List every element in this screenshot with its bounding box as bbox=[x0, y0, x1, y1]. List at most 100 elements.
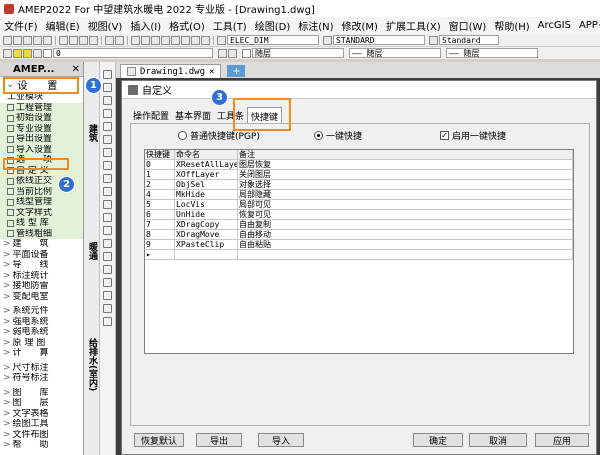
table-cell[interactable]: XOffLayer bbox=[175, 170, 238, 180]
radio-pgp-circle[interactable] bbox=[178, 131, 187, 140]
gradient-icon[interactable] bbox=[103, 278, 112, 287]
restore-default-button[interactable]: 恢复默认 bbox=[134, 433, 184, 447]
redo-icon[interactable] bbox=[115, 35, 124, 45]
point-icon[interactable] bbox=[103, 174, 112, 183]
table-cell[interactable]: 局部可见 bbox=[238, 200, 573, 210]
table-cell[interactable]: LocVis bbox=[175, 200, 238, 210]
sidebar-item[interactable]: 文字表格 bbox=[0, 409, 83, 420]
table-row[interactable]: 0 XResetAllLaye 图层恢复 bbox=[145, 160, 573, 170]
sidebar-item[interactable]: 文件布图 bbox=[0, 430, 83, 441]
table-cell[interactable]: 8 bbox=[145, 230, 175, 240]
sidebar-item[interactable]: 线 型 库 bbox=[0, 218, 83, 229]
properties-icon[interactable] bbox=[171, 35, 180, 45]
table-cell[interactable]: 图层恢复 bbox=[238, 160, 573, 170]
sidebar-item[interactable]: 管线粗细 bbox=[0, 228, 83, 239]
menu-item[interactable]: 格式(O) bbox=[165, 18, 209, 33]
tab-architecture[interactable]: 建筑 bbox=[85, 124, 99, 142]
insert-icon[interactable] bbox=[103, 252, 112, 261]
make-current-icon[interactable] bbox=[218, 48, 227, 58]
sidebar-item[interactable]: 计 算 bbox=[0, 348, 83, 359]
table-cell[interactable]: 自由移动 bbox=[238, 230, 573, 240]
layer-select[interactable]: 0 bbox=[53, 48, 213, 58]
tab-hvac[interactable]: 暖通 bbox=[85, 242, 99, 260]
tab-basic-ui[interactable]: 基本界面 bbox=[172, 107, 214, 123]
table-cell[interactable]: 0 bbox=[145, 160, 175, 170]
zoom-icon[interactable] bbox=[141, 35, 150, 45]
table-cell[interactable]: UnHide bbox=[175, 210, 238, 220]
menu-item[interactable]: 插入(I) bbox=[126, 18, 165, 33]
table-cell[interactable]: XPasteClip bbox=[175, 240, 238, 250]
boundary-icon[interactable] bbox=[103, 291, 112, 300]
ellipse-icon[interactable] bbox=[103, 148, 112, 157]
table-cell[interactable]: 9 bbox=[145, 240, 175, 250]
menu-item[interactable]: 编辑(E) bbox=[42, 18, 84, 33]
save-icon[interactable] bbox=[23, 35, 32, 45]
table-cell[interactable] bbox=[238, 250, 573, 260]
sidebar-item[interactable]: 工程管理 bbox=[0, 102, 83, 113]
sidebar-item[interactable]: 导 线 bbox=[0, 260, 83, 271]
arc-icon[interactable] bbox=[103, 96, 112, 105]
rect-icon[interactable] bbox=[103, 122, 112, 131]
tab-operation-config[interactable]: 操作配置 bbox=[130, 107, 172, 123]
sidebar-item[interactable]: 弱电系统 bbox=[0, 327, 83, 338]
sidebar-item[interactable]: 强电系统 bbox=[0, 317, 83, 328]
table-row[interactable]: 8 XDragMove 自由移动 bbox=[145, 230, 573, 240]
zoom-prev-icon[interactable] bbox=[161, 35, 170, 45]
cancel-button[interactable]: 取消 bbox=[469, 433, 527, 447]
export-button[interactable]: 导出 bbox=[196, 433, 242, 447]
region-icon[interactable] bbox=[103, 200, 112, 209]
spline-icon[interactable] bbox=[103, 161, 112, 170]
menu-item[interactable]: 窗口(W) bbox=[445, 18, 491, 33]
menu-item[interactable]: 工具(T) bbox=[209, 18, 251, 33]
table-row[interactable]: 4 MkHide 局部隐藏 bbox=[145, 190, 573, 200]
lineweight-select[interactable]: —— 随层 bbox=[446, 48, 538, 58]
table-row[interactable]: 5 LocVis 局部可见 bbox=[145, 200, 573, 210]
sidebar-item[interactable]: 符号标注 bbox=[0, 373, 83, 384]
sidebar-item[interactable]: 标注统计 bbox=[0, 271, 83, 282]
menu-item[interactable]: 扩展工具(X) bbox=[382, 18, 445, 33]
color-select[interactable]: 随层 bbox=[252, 48, 344, 58]
table-cell[interactable]: 局部隐藏 bbox=[238, 190, 573, 200]
menu-item[interactable]: APP+ bbox=[575, 20, 600, 31]
circle-icon[interactable] bbox=[103, 109, 112, 118]
revcloud-icon[interactable] bbox=[103, 265, 112, 274]
tab-plumbing[interactable]: 给排水(室内) bbox=[85, 338, 99, 391]
sidebar-item[interactable]: 建 筑 bbox=[0, 239, 83, 250]
sidebar-item[interactable]: 图 库 bbox=[0, 388, 83, 399]
sidebar-item[interactable]: 原 理 图 bbox=[0, 338, 83, 349]
new-tab-button[interactable]: + bbox=[227, 65, 246, 77]
help-icon[interactable] bbox=[201, 35, 210, 45]
block-icon[interactable] bbox=[103, 239, 112, 248]
tab-drawing1[interactable]: Drawing1.dwg ✕ bbox=[120, 64, 222, 78]
dimstyle-select[interactable]: ELEC_DIM bbox=[227, 35, 319, 45]
tool-palette-icon[interactable] bbox=[191, 35, 200, 45]
text-icon[interactable] bbox=[103, 226, 112, 235]
sidebar-item[interactable]: 尺寸标注 bbox=[0, 363, 83, 374]
table-cell[interactable] bbox=[175, 250, 238, 260]
sidebar-item[interactable]: 图 层 bbox=[0, 398, 83, 409]
textstyle-select[interactable]: STANDARD bbox=[333, 35, 425, 45]
close-icon[interactable]: ✕ bbox=[209, 67, 214, 77]
linetype-select[interactable]: —— 随层 bbox=[349, 48, 441, 58]
layer-prev-icon[interactable] bbox=[228, 48, 237, 58]
table-cell[interactable]: ObjSel bbox=[175, 180, 238, 190]
table-cell[interactable]: 恢复可见 bbox=[238, 210, 573, 220]
table-cell[interactable]: 对象选择 bbox=[238, 180, 573, 190]
new-row[interactable]: ▸ bbox=[145, 250, 573, 260]
line-icon[interactable] bbox=[103, 70, 112, 79]
shortcut-grid[interactable]: 快捷键 命令名 备注 0 XResetAllLaye 图层恢复 1 XOffLayer 关闭图层… bbox=[144, 149, 574, 354]
radio-onekey[interactable]: 一键快捷 bbox=[314, 129, 362, 142]
sidebar-item[interactable]: 文字样式 bbox=[0, 207, 83, 218]
tablestyle-select[interactable]: Standard bbox=[439, 35, 499, 45]
menu-item[interactable]: 视图(V) bbox=[84, 18, 127, 33]
sidebar-item[interactable]: 线型管理 bbox=[0, 197, 83, 208]
menu-item[interactable]: 文件(F) bbox=[0, 18, 42, 33]
polygon-icon[interactable] bbox=[103, 135, 112, 144]
table-cell[interactable]: XDragMove bbox=[175, 230, 238, 240]
table-cell[interactable]: 自由粘贴 bbox=[238, 240, 573, 250]
sidebar-item[interactable]: 变配电室 bbox=[0, 292, 83, 303]
sidebar-item[interactable]: 导出设置 bbox=[0, 134, 83, 145]
apply-button[interactable]: 应用 bbox=[535, 433, 589, 447]
sidebar-item[interactable]: 专业设置 bbox=[0, 123, 83, 134]
table-row[interactable]: 9 XPasteClip 自由粘贴 bbox=[145, 240, 573, 250]
